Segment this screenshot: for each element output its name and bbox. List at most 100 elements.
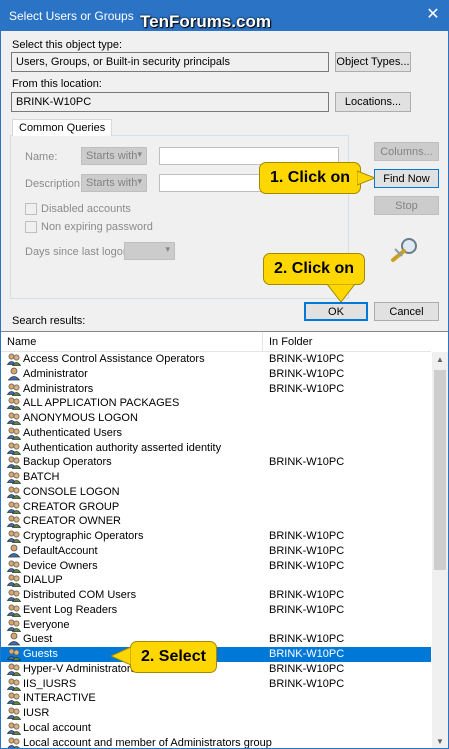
row-name: Access Control Assistance Operators xyxy=(23,353,205,365)
columns-button[interactable]: Columns... xyxy=(374,142,439,161)
stop-button[interactable]: Stop xyxy=(374,196,439,215)
table-row[interactable]: IIS_IUSRS BRINK-W10PC xyxy=(1,677,431,692)
table-row[interactable]: ALL APPLICATION PACKAGES xyxy=(1,396,431,411)
object-type-field: Users, Groups, or Built-in security prin… xyxy=(11,52,329,72)
group-icon xyxy=(7,604,21,617)
row-folder: BRINK-W10PC xyxy=(269,367,345,380)
table-row[interactable]: DefaultAccount BRINK-W10PC xyxy=(1,544,431,559)
table-row[interactable]: CREATOR GROUP xyxy=(1,500,431,515)
window-title: Select Users or Groups xyxy=(9,9,134,23)
table-row[interactable]: Administrator BRINK-W10PC xyxy=(1,367,431,382)
row-folder: BRINK-W10PC xyxy=(269,662,345,675)
table-row[interactable]: ANONYMOUS LOGON xyxy=(1,411,431,426)
select-users-dialog: Select Users or Groups TenForums.com ✕ S… xyxy=(0,0,449,749)
table-row[interactable]: Cryptographic Operators BRINK-W10PC xyxy=(1,529,431,544)
group-icon xyxy=(7,678,21,691)
callout-arrow-right-icon xyxy=(357,170,375,186)
row-name: Cryptographic Operators xyxy=(23,530,144,542)
table-row[interactable]: Access Control Assistance Operators BRINK… xyxy=(1,352,431,367)
callout-arrow-left-icon xyxy=(111,647,131,665)
group-icon xyxy=(7,456,21,470)
tab-common-queries[interactable]: Common Queries xyxy=(12,119,113,136)
scrollbar-thumb[interactable] xyxy=(434,370,446,570)
row-name: Guest xyxy=(23,633,53,646)
chevron-down-icon: ▾ xyxy=(137,149,142,159)
object-type-label: Select this object type: xyxy=(12,39,123,51)
row-name: DIALUP xyxy=(23,574,63,587)
table-row[interactable]: Administrators BRINK-W10PC xyxy=(1,382,431,397)
row-name: Administrator xyxy=(23,367,88,380)
row-folder: BRINK-W10PC xyxy=(269,603,345,616)
chevron-down-icon: ▾ xyxy=(165,244,170,254)
table-row[interactable]: Local account xyxy=(1,721,431,736)
group-icon xyxy=(7,383,21,396)
scroll-down-icon[interactable]: ▼ xyxy=(432,734,448,748)
row-name: Authentication authority asserted identi… xyxy=(23,441,222,454)
group-icon xyxy=(7,560,21,573)
name-mode-value: Starts with xyxy=(86,150,138,162)
table-row[interactable]: CONSOLE LOGON xyxy=(1,485,431,500)
table-row[interactable]: Device Owners BRINK-W10PC xyxy=(1,559,431,574)
table-row[interactable]: IUSR xyxy=(1,706,431,721)
disabled-accounts-checkbox[interactable] xyxy=(25,203,37,215)
table-row[interactable]: Authenticated Users xyxy=(1,426,431,441)
row-name: Local account xyxy=(23,721,91,734)
table-row[interactable]: DIALUP xyxy=(1,573,431,588)
group-icon xyxy=(7,471,21,484)
row-name: CREATOR GROUP xyxy=(23,500,120,513)
table-row[interactable]: CREATOR OWNER xyxy=(1,514,431,529)
description-mode-select[interactable]: Starts with ▾ xyxy=(81,174,147,192)
locations-button[interactable]: Locations... xyxy=(335,92,411,112)
group-icon xyxy=(7,501,21,514)
group-icon xyxy=(7,722,21,735)
row-folder: BRINK-W10PC xyxy=(269,589,345,601)
find-now-button[interactable]: Find Now xyxy=(374,169,439,188)
days-since-logon-select[interactable]: ▾ xyxy=(124,242,175,260)
scroll-up-icon[interactable]: ▲ xyxy=(432,352,448,368)
close-icon[interactable]: ✕ xyxy=(418,1,448,31)
group-icon xyxy=(7,663,21,676)
non-expiring-password-label: Non expiring password xyxy=(41,221,153,233)
search-results-label: Search results: xyxy=(12,315,86,327)
title-bar: Select Users or Groups TenForums.com ✕ xyxy=(1,1,448,31)
ok-button[interactable]: OK xyxy=(304,302,368,321)
row-folder: BRINK-W10PC xyxy=(269,648,345,660)
row-name: Local account and member of Administrato… xyxy=(23,736,272,749)
name-mode-select[interactable]: Starts with ▾ xyxy=(81,147,147,165)
table-row[interactable]: BATCH xyxy=(1,470,431,485)
row-folder: BRINK-W10PC xyxy=(269,382,345,395)
callout-ok: 2. Click on xyxy=(263,253,366,285)
row-folder: BRINK-W10PC xyxy=(269,677,345,690)
table-row[interactable]: Backup Operators BRINK-W10PC xyxy=(1,455,431,470)
search-results-list: Name In Folder Access Control Assistance… xyxy=(1,331,448,749)
row-name: Event Log Readers xyxy=(23,603,118,616)
column-header-folder[interactable]: In Folder xyxy=(263,332,431,352)
cancel-button[interactable]: Cancel xyxy=(374,302,439,321)
table-row[interactable]: INTERACTIVE xyxy=(1,691,431,706)
callout-arrow-down-icon xyxy=(327,284,355,302)
group-icon xyxy=(7,530,21,543)
table-row[interactable]: Distributed COM Users BRINK-W10PC xyxy=(1,588,431,603)
chevron-down-icon: ▾ xyxy=(137,176,142,186)
group-icon xyxy=(7,353,21,366)
group-icon xyxy=(7,397,21,411)
non-expiring-password-checkbox[interactable] xyxy=(25,221,37,233)
group-icon xyxy=(7,412,21,425)
vertical-scrollbar[interactable]: ▲ ▼ xyxy=(432,352,448,748)
row-name: IUSR xyxy=(23,707,50,719)
row-name: ANONYMOUS LOGON xyxy=(23,412,138,424)
row-name: CREATOR OWNER xyxy=(23,515,121,528)
column-header-name[interactable]: Name xyxy=(1,332,263,352)
object-types-button[interactable]: Object Types... xyxy=(335,52,411,72)
row-name: DefaultAccount xyxy=(23,544,98,557)
table-row[interactable]: Everyone xyxy=(1,618,431,633)
table-row[interactable]: Authentication authority asserted identi… xyxy=(1,441,431,456)
user-icon xyxy=(7,367,21,381)
row-name: Everyone xyxy=(23,618,70,631)
table-row[interactable]: Local account and member of Administrato… xyxy=(1,736,431,749)
row-name: Backup Operators xyxy=(23,456,112,469)
row-name: Guests xyxy=(23,648,58,660)
name-label: Name: xyxy=(25,151,58,163)
user-icon xyxy=(7,632,21,646)
table-row[interactable]: Event Log Readers BRINK-W10PC xyxy=(1,603,431,618)
